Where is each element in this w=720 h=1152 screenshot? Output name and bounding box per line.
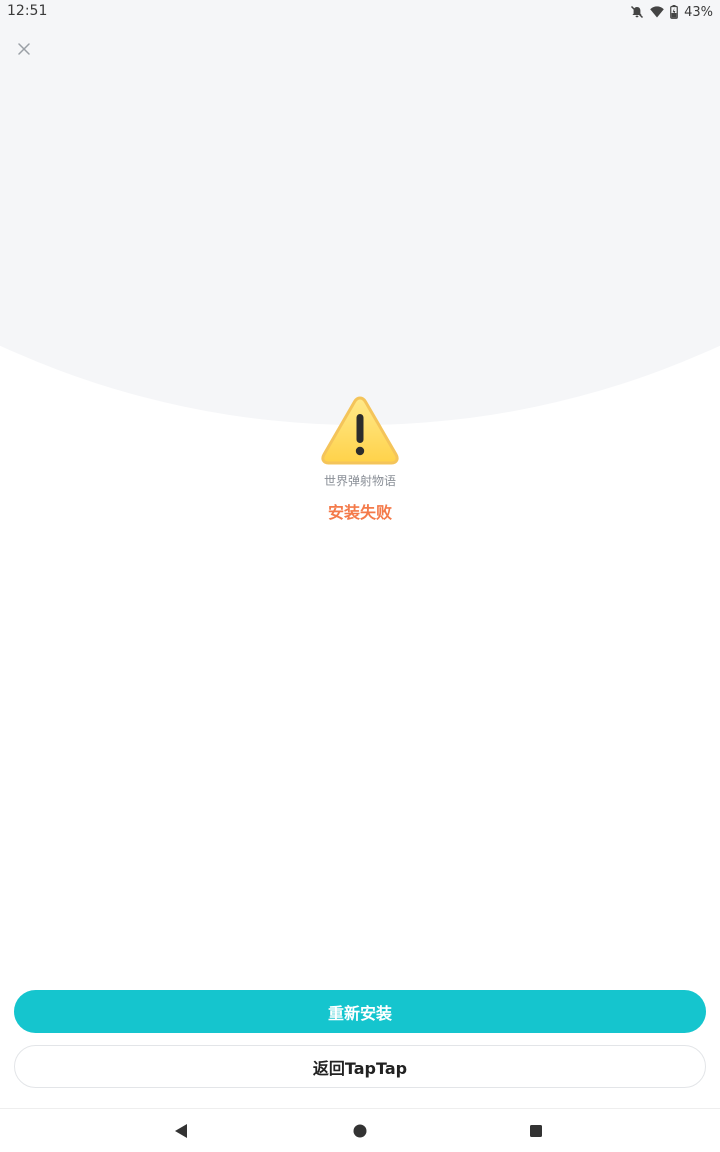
nav-back-button[interactable] [171,1121,191,1141]
nav-home-button[interactable] [350,1121,370,1141]
nav-recents-button[interactable] [526,1121,546,1141]
battery-charging-icon [670,5,678,19]
status-time: 12:51 [7,3,48,19]
close-icon [18,43,30,55]
status-bar: 12:51 43% [0,0,720,24]
status-icons: 43% [630,3,713,21]
background-arc [0,0,720,425]
app-name: 世界弹射物语 [323,474,396,488]
warning-icon [321,396,399,465]
close-button[interactable] [13,38,35,60]
back-to-taptap-button[interactable]: 返回TapTap [14,1045,706,1088]
recents-icon [530,1125,542,1137]
install-status-text: 安装失败 [327,503,392,522]
notifications-off-icon [631,5,644,19]
back-icon [175,1124,187,1138]
install-result-screen: 12:51 43% 世界弹射物语 安装失败 重新安装 返回TapTap [0,0,720,1152]
home-icon [353,1124,367,1138]
navigation-bar [0,1108,720,1152]
battery-percentage: 43% [684,4,713,20]
wifi-icon [650,6,664,18]
reinstall-button[interactable]: 重新安装 [14,990,706,1033]
